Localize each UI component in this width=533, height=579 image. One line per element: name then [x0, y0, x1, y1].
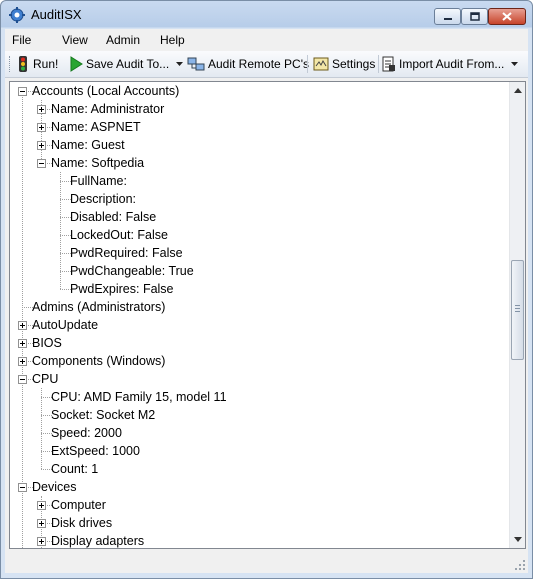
tree-node[interactable]: ExtSpeed: 1000	[51, 442, 140, 460]
dropdown-arrow-icon	[511, 62, 519, 66]
close-icon	[502, 12, 512, 21]
client-area: File View Admin Help Run! Save Audit To.…	[5, 29, 528, 573]
tree-node[interactable]: FullName:	[70, 172, 127, 190]
tree-line	[41, 388, 42, 469]
tree-node[interactable]: Socket: Socket M2	[51, 406, 155, 424]
tree-node[interactable]: Components (Windows)	[32, 352, 165, 370]
toolbar-separator	[378, 55, 379, 73]
audit-remote-label: Audit Remote PC's	[208, 57, 309, 71]
tree-node[interactable]: Display adapters	[51, 532, 144, 548]
network-computers-icon	[187, 57, 205, 71]
tree-node[interactable]: CPU: AMD Family 15, model 11	[51, 388, 227, 406]
tree-node[interactable]: Name: Softpedia	[51, 154, 144, 172]
tree-node[interactable]: LockedOut: False	[70, 226, 168, 244]
title-bar[interactable]: AuditISX	[1, 1, 532, 29]
tree-node[interactable]: Name: Guest	[51, 136, 125, 154]
run-label: Run!	[33, 57, 59, 71]
expand-plus-icon[interactable]	[18, 339, 27, 348]
chevron-up-icon	[513, 88, 522, 93]
expand-plus-icon[interactable]	[37, 141, 46, 150]
chevron-down-icon	[513, 537, 522, 542]
resize-grip-icon[interactable]	[514, 559, 526, 571]
collapse-minus-icon[interactable]	[18, 483, 27, 492]
run-button[interactable]: Run!	[16, 55, 58, 73]
menu-admin[interactable]: Admin	[106, 33, 140, 47]
dropdown-arrow-icon	[176, 62, 184, 66]
expand-plus-icon[interactable]	[18, 321, 27, 330]
maximize-button[interactable]	[461, 8, 488, 25]
close-button[interactable]	[488, 8, 526, 25]
settings-icon	[313, 57, 329, 71]
tree-node[interactable]: Count: 1	[51, 460, 98, 478]
toolbar-separator	[307, 55, 308, 73]
expand-plus-icon[interactable]	[37, 123, 46, 132]
maximize-icon	[469, 12, 480, 21]
expand-plus-icon[interactable]	[37, 537, 46, 546]
scroll-thumb[interactable]	[511, 260, 524, 360]
tree-node[interactable]: Speed: 2000	[51, 424, 122, 442]
thumb-grip	[515, 305, 520, 314]
tree-node[interactable]: AutoUpdate	[32, 316, 98, 334]
save-audit-label: Save Audit To...	[86, 57, 170, 71]
menu-view[interactable]: View	[62, 33, 88, 47]
tree-node[interactable]: Computer	[51, 496, 106, 514]
tree-node[interactable]: Admins (Administrators)	[32, 298, 165, 316]
audit-tree-view[interactable]: Accounts (Local Accounts) Name: Administr…	[9, 81, 526, 549]
expand-plus-icon[interactable]	[18, 357, 27, 366]
tree-node[interactable]: Name: Administrator	[51, 100, 164, 118]
expand-plus-icon[interactable]	[37, 501, 46, 510]
tree-node[interactable]: PwdRequired: False	[70, 244, 183, 262]
tree-node[interactable]: BIOS	[32, 334, 62, 352]
tree-node[interactable]: Devices	[32, 478, 76, 496]
gear-app-icon	[9, 7, 25, 23]
traffic-light-icon	[19, 56, 27, 72]
scroll-up-button[interactable]	[510, 82, 525, 99]
scroll-down-button[interactable]	[510, 531, 525, 548]
minimize-icon	[443, 17, 452, 20]
settings-label: Settings	[332, 57, 376, 71]
toolbar: Run! Save Audit To... Audit Remote PC's	[5, 51, 528, 78]
menu-file[interactable]: File	[12, 33, 31, 47]
toolbar-grip[interactable]	[9, 56, 13, 72]
tree-node[interactable]: PwdChangeable: True	[70, 262, 194, 280]
settings-button[interactable]: Settings	[313, 55, 375, 73]
tree-node[interactable]: Description:	[70, 190, 136, 208]
tree-line	[22, 91, 23, 548]
collapse-minus-icon[interactable]	[37, 159, 46, 168]
tree-node[interactable]: Name: ASPNET	[51, 118, 141, 136]
tree-content: Accounts (Local Accounts) Name: Administr…	[10, 82, 510, 548]
expand-plus-icon[interactable]	[37, 105, 46, 114]
play-icon	[70, 56, 83, 72]
status-bar	[5, 551, 528, 573]
minimize-button[interactable]	[434, 8, 461, 25]
collapse-minus-icon[interactable]	[18, 375, 27, 384]
tree-node[interactable]: CPU	[32, 370, 58, 388]
app-window: AuditISX File View Admin Help Run! Save …	[0, 0, 533, 579]
menu-bar: File View Admin Help	[5, 29, 528, 51]
tree-node[interactable]: PwdExpires: False	[70, 280, 174, 298]
import-audit-button[interactable]: Import Audit From...	[382, 55, 522, 73]
tree-node[interactable]: Accounts (Local Accounts)	[32, 82, 179, 100]
window-title: AuditISX	[31, 7, 82, 22]
import-document-icon	[382, 56, 395, 72]
save-audit-button[interactable]: Save Audit To...	[69, 55, 187, 73]
menu-help[interactable]: Help	[160, 33, 185, 47]
tree-node[interactable]: Disabled: False	[70, 208, 156, 226]
vertical-scrollbar[interactable]	[509, 82, 525, 548]
import-audit-label: Import Audit From...	[399, 57, 505, 71]
audit-remote-button[interactable]: Audit Remote PC's	[187, 55, 309, 73]
expand-plus-icon[interactable]	[37, 519, 46, 528]
collapse-minus-icon[interactable]	[18, 87, 27, 96]
tree-node[interactable]: Disk drives	[51, 514, 112, 532]
